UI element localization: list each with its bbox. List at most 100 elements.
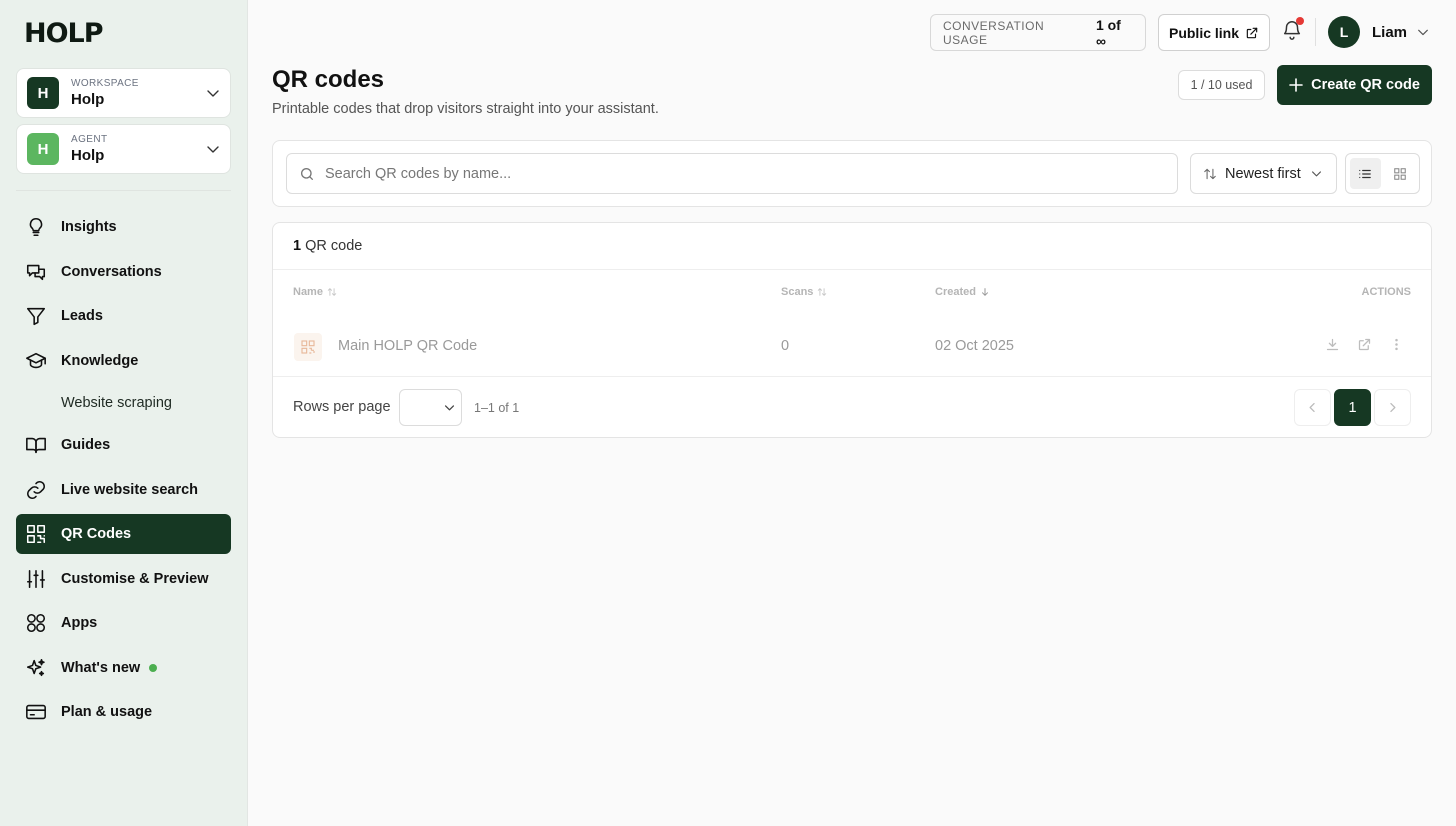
user-name: Liam [1372,23,1408,41]
brand-logo[interactable]: HOLP [24,17,104,49]
sidebar-divider [16,190,231,191]
public-link-label: Public link [1168,24,1239,41]
chevron-down-icon [207,146,219,153]
apps-grid-icon [26,613,46,633]
column-header-label: Created [935,286,976,298]
column-header-name[interactable]: Name [293,286,337,298]
sidebar-item-label: What's new [61,660,141,676]
chevron-down-icon [1311,171,1321,177]
view-toggle [1345,153,1420,194]
sort-arrows-icon [818,288,827,296]
column-header-created[interactable]: Created [935,286,990,298]
notification-dot [1296,17,1304,25]
sidebar-item-label: Knowledge [61,353,139,369]
qr-code-icon [301,340,315,354]
open-external-button[interactable] [1355,335,1373,353]
lightbulb-icon [29,217,43,237]
qr-scans: 0 [781,338,790,354]
previous-page-button[interactable] [1294,389,1331,426]
sidebar-item-label: Insights [61,219,117,235]
sort-dropdown[interactable]: Newest first [1190,153,1337,194]
workspace-selector[interactable]: H WORKSPACE Holp [16,68,231,118]
user-menu[interactable]: L Liam [1328,16,1429,48]
sidebar-item-label: Leads [61,308,103,324]
list-icon [1359,169,1372,178]
graduation-cap-icon [26,352,46,369]
sort-arrows-icon [327,288,337,296]
sidebar-item-customise-preview[interactable]: Customise & Preview [16,559,231,599]
sidebar-item-leads[interactable]: Leads [16,296,231,336]
sidebar-item-whats-new[interactable]: What's new [16,648,231,688]
sidebar-item-live-website-search[interactable]: Live website search [16,470,231,510]
page-subtitle: Printable codes that drop visitors strai… [272,101,659,117]
usage-label: CONVERSATION USAGE [943,18,1045,47]
external-link-icon [1246,27,1258,38]
filter-bar: Newest first [272,140,1432,207]
search-box[interactable] [286,153,1178,194]
column-header-scans[interactable]: Scans [781,286,827,298]
page-button-current[interactable]: 1 [1334,389,1371,426]
sidebar-item-apps[interactable]: Apps [16,603,231,643]
sidebar-item-label: QR Codes [61,526,132,542]
agent-selector[interactable]: H AGENT Holp [16,124,231,174]
sidebar-item-plan-usage[interactable]: Plan & usage [16,692,231,732]
arrow-down-icon [981,288,988,296]
create-qr-code-label: Create QR code [1311,77,1420,93]
new-indicator-dot [149,664,158,672]
divider [273,269,1431,270]
rows-per-page-label: Rows per page [293,399,391,415]
sidebar-item-label: Plan & usage [61,704,153,720]
result-count-number: 1 [293,238,302,254]
agent-name: Holp [71,147,105,164]
column-header-actions: ACTIONS [1361,286,1412,298]
sidebar-subitem-website-scraping[interactable]: Website scraping [61,395,172,411]
external-link-icon [1358,338,1370,350]
sidebar-item-label: Live website search [61,482,199,498]
link-icon [26,480,46,500]
logo-text: HOLP [24,17,104,49]
rows-per-page-select[interactable] [399,389,462,426]
sort-label: Newest first [1225,165,1301,182]
topbar-divider [1315,18,1316,46]
sort-arrows-icon [1204,168,1216,179]
more-vertical-icon [1394,338,1398,350]
sidebar-item-insights[interactable]: Insights [16,207,231,247]
more-options-button[interactable] [1387,335,1405,353]
public-link-button[interactable]: Public link [1158,14,1270,51]
workspace-name: Holp [71,91,105,108]
quota-badge: 1 / 10 used [1178,70,1265,100]
result-count-suffix: QR code [305,238,363,254]
chevron-down-icon [444,405,455,411]
download-button[interactable] [1323,335,1341,353]
chevron-down-icon [207,90,219,97]
sidebar-item-label: Apps [61,615,98,631]
qr-name[interactable]: Main HOLP QR Code [338,338,477,354]
sidebar-item-label: Guides [61,437,111,453]
pagination-range: 1–1 of 1 [474,401,520,415]
search-icon [301,167,313,180]
sidebar-item-qr-codes[interactable]: QR Codes [16,514,231,554]
funnel-icon [26,307,46,326]
sliders-icon [26,569,46,589]
credit-card-icon [26,704,46,720]
list-view-button[interactable] [1350,158,1381,189]
conversation-usage-indicator: CONVERSATION USAGE 1 of ∞ [930,14,1146,51]
sidebar-item-knowledge[interactable]: Knowledge [16,341,231,381]
grid-icon [1393,167,1406,180]
avatar: L [1328,16,1360,48]
workspace-badge: H [27,77,59,109]
agent-caption: AGENT [71,134,108,145]
sidebar-item-guides[interactable]: Guides [16,425,231,465]
sidebar-item-label: Customise & Preview [61,571,209,587]
sparkles-icon [26,658,45,677]
grid-view-button[interactable] [1385,158,1416,189]
usage-value: 1 of ∞ [1095,16,1121,49]
qr-created: 02 Oct 2025 [935,338,1014,354]
page-title: QR codes [272,66,385,93]
chevron-right-icon [1390,402,1396,413]
create-qr-code-button[interactable]: Create QR code [1277,65,1432,105]
search-input[interactable] [325,165,1145,182]
sidebar-item-label: Conversations [61,264,162,280]
sidebar-item-conversations[interactable]: Conversations [16,252,231,292]
next-page-button[interactable] [1374,389,1411,426]
